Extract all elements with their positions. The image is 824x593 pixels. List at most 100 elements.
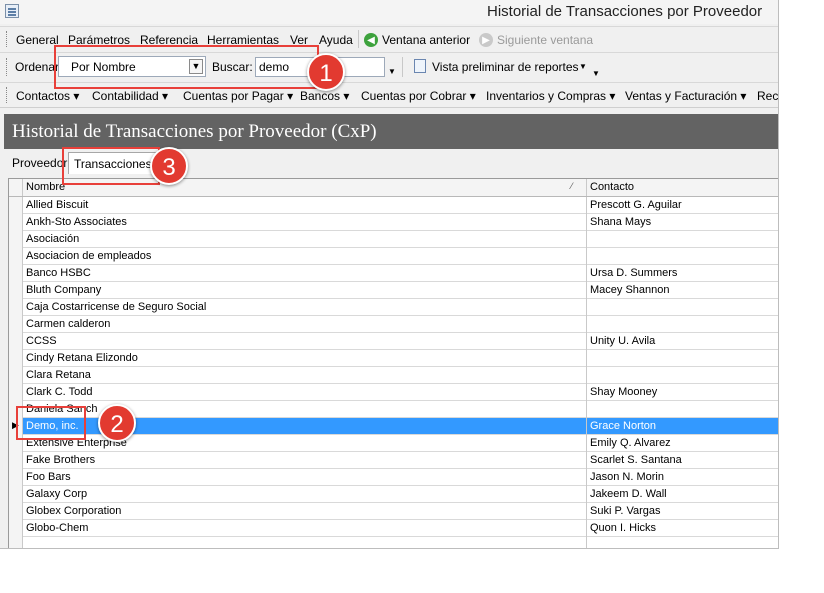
cell-nombre: Asociación	[26, 233, 80, 245]
chevron-down-icon[interactable]: ▼	[579, 62, 587, 71]
table-row[interactable]: Galaxy Corp Jakeem D. Wall	[9, 486, 778, 503]
cell-nombre: Fake Brothers	[26, 454, 96, 466]
row-indicator	[9, 248, 23, 265]
toolbar-grip	[6, 87, 10, 103]
module-contabilidad[interactable]: Contabilidad ▾	[92, 89, 168, 103]
callout-badge-2: 2	[98, 404, 136, 442]
table-row[interactable]: Caja Costarricense de Seguro Social	[9, 299, 778, 316]
row-indicator	[9, 384, 23, 401]
column-divider	[586, 435, 587, 452]
column-header-contacto[interactable]: Contacto	[590, 181, 634, 193]
row-indicator	[9, 469, 23, 486]
page-title: Historial de Transacciones por Proveedor…	[12, 121, 377, 142]
row-indicator	[9, 282, 23, 299]
table-row[interactable]	[9, 537, 778, 548]
callout-box-row	[16, 406, 86, 440]
table-row[interactable]: CCSS Unity U. Avila	[9, 333, 778, 350]
chevron-down-icon[interactable]: ▼	[388, 67, 396, 76]
column-divider	[586, 418, 587, 435]
prev-window-label: Ventana anterior	[382, 33, 471, 47]
column-divider	[586, 401, 587, 418]
report-preview-button[interactable]: Vista preliminar de reportes	[432, 60, 579, 74]
sort-indicator-icon: ⁄	[571, 181, 573, 191]
module-label: Cuentas por Cobrar	[361, 89, 467, 103]
table-row[interactable]: Globex Corporation Suki P. Vargas	[9, 503, 778, 520]
module-label: Cuentas por Pagar	[183, 89, 284, 103]
toolbar-grip	[6, 31, 10, 47]
column-header-nombre[interactable]: Nombre	[26, 181, 65, 193]
row-indicator	[9, 537, 23, 548]
column-divider	[586, 299, 587, 316]
report-preview-icon	[414, 59, 426, 73]
next-window-button[interactable]: ▶ Siguiente ventana	[479, 31, 593, 49]
table-row[interactable]: Cindy Retana Elizondo	[9, 350, 778, 367]
module-inventarios-y-compras[interactable]: Inventarios y Compras ▾	[486, 89, 615, 103]
table-row[interactable]: Fake Brothers Scarlet S. Santana	[9, 452, 778, 469]
module-cuentas-por-cobrar[interactable]: Cuentas por Cobrar ▾	[361, 89, 476, 103]
table-row[interactable]: Asociación	[9, 231, 778, 248]
callout-box-filter	[54, 45, 319, 89]
column-divider	[586, 486, 587, 503]
cell-contacto: Jakeem D. Wall	[590, 488, 667, 500]
app-icon	[5, 4, 19, 18]
table-row[interactable]: Globo-Chem Quon I. Hicks	[9, 520, 778, 537]
cell-nombre: Clara Retana	[26, 369, 91, 381]
module-rec[interactable]: Rec	[757, 89, 778, 103]
column-divider	[586, 231, 587, 248]
cell-nombre: Globex Corporation	[26, 505, 122, 517]
prev-window-button[interactable]: ◀ Ventana anterior	[364, 31, 470, 49]
module-label: Ventas y Facturación	[625, 89, 738, 103]
menu-general[interactable]: General	[16, 33, 59, 47]
cell-contacto: Shay Mooney	[590, 386, 658, 398]
cell-nombre: Banco HSBC	[26, 267, 91, 279]
row-indicator	[9, 503, 23, 520]
cell-contacto: Suki P. Vargas	[590, 505, 661, 517]
vendor-grid: Nombre ⁄ Contacto Allied Biscuit Prescott…	[8, 178, 778, 548]
module-label: Contabilidad	[92, 89, 159, 103]
column-divider	[586, 384, 587, 401]
callout-badge-3: 3	[150, 147, 188, 185]
module-bancos[interactable]: Bancos ▾	[300, 89, 349, 103]
cell-contacto: Quon I. Hicks	[590, 522, 657, 534]
cell-nombre: Ankh-Sto Associates	[26, 216, 127, 228]
column-divider	[586, 503, 587, 520]
row-indicator	[9, 350, 23, 367]
table-row[interactable]: Bluth Company Macey Shannon	[9, 282, 778, 299]
cell-contacto: Prescott G. Aguilar	[590, 199, 682, 211]
row-indicator	[9, 265, 23, 282]
column-divider	[586, 469, 587, 486]
table-row[interactable]: Carmen calderon	[9, 316, 778, 333]
module-ventas-y-facturacion[interactable]: Ventas y Facturación ▾	[625, 89, 746, 103]
cell-contacto: Grace Norton	[590, 420, 657, 432]
table-row[interactable]: Asociacion de empleados	[9, 248, 778, 265]
table-row[interactable]: Clark C. Todd Shay Mooney	[9, 384, 778, 401]
table-row[interactable]: Foo Bars Jason N. Morin	[9, 469, 778, 486]
cell-nombre: Asociacion de empleados	[26, 250, 152, 262]
module-label: Inventarios y Compras	[486, 89, 607, 103]
table-row[interactable]: Banco HSBC Ursa D. Summers	[9, 265, 778, 282]
cell-nombre: Carmen calderon	[26, 318, 111, 330]
cell-nombre: Foo Bars	[26, 471, 71, 483]
cell-contacto: Scarlet S. Santana	[590, 454, 682, 466]
chevron-down-icon[interactable]: ▼	[592, 69, 600, 78]
row-indicator	[9, 214, 23, 231]
cell-contacto: Jason N. Morin	[590, 471, 664, 483]
cell-nombre: Caja Costarricense de Seguro Social	[26, 301, 207, 313]
tab-proveedor[interactable]: Proveedor	[12, 152, 67, 178]
column-divider	[586, 265, 587, 282]
module-cuentas-por-pagar[interactable]: Cuentas por Pagar ▾	[183, 89, 293, 103]
table-row[interactable]: Ankh-Sto Associates Shana Mays	[9, 214, 778, 231]
window-title: Historial de Transacciones por Proveedor	[487, 3, 763, 20]
row-indicator-header	[9, 179, 23, 196]
row-indicator	[9, 299, 23, 316]
separator	[358, 30, 359, 48]
table-row[interactable]: Allied Biscuit Prescott G. Aguilar	[9, 197, 778, 214]
cell-contacto: Unity U. Avila	[590, 335, 656, 347]
cell-nombre: Galaxy Corp	[26, 488, 88, 500]
column-divider[interactable]	[586, 179, 587, 196]
column-divider	[586, 537, 587, 548]
table-row[interactable]: Clara Retana	[9, 367, 778, 384]
module-contactos[interactable]: Contactos ▾	[16, 89, 79, 103]
title-bar: Historial de Transacciones por Proveedor	[0, 0, 778, 24]
menu-ayuda[interactable]: Ayuda	[319, 33, 353, 47]
